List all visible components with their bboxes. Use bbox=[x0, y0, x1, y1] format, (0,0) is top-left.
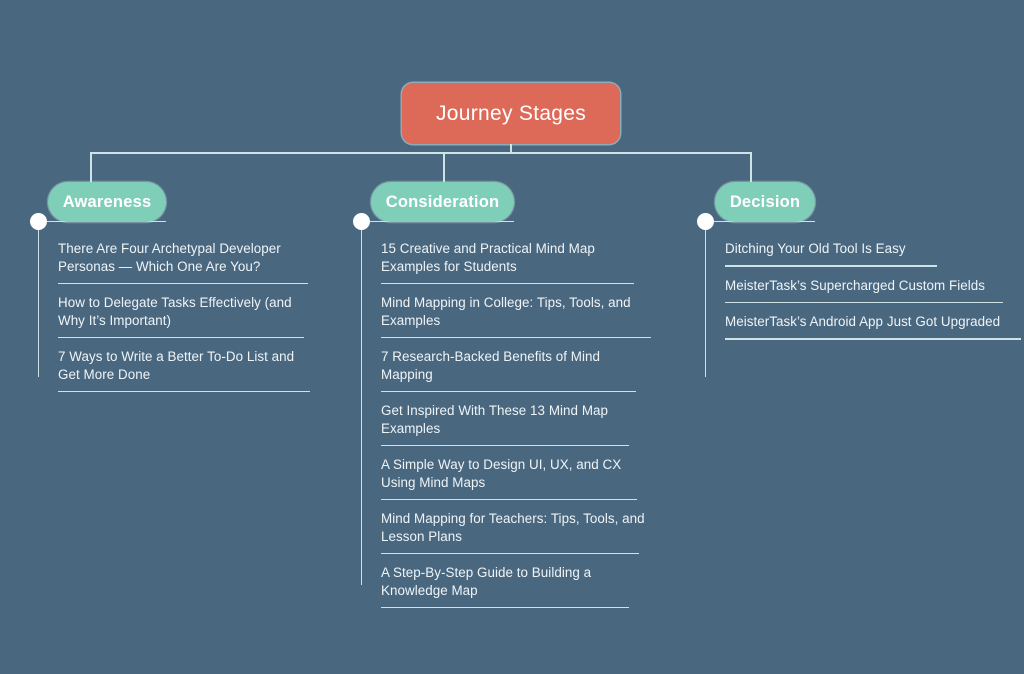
leaf-item[interactable]: MeisterTask’s Android App Just Got Upgra… bbox=[725, 303, 1021, 340]
leaf-item-label: Mind Mapping for Teachers: Tips, Tools, … bbox=[381, 511, 645, 544]
leaf-item[interactable]: 7 Ways to Write a Better To-Do List and … bbox=[58, 338, 310, 392]
leaf-item-label: 7 Research-Backed Benefits of Mind Mappi… bbox=[381, 349, 601, 382]
branch-node-consideration[interactable]: Consideration bbox=[371, 182, 514, 222]
leaf-item[interactable]: 15 Creative and Practical Mind Map Examp… bbox=[381, 230, 649, 284]
connector-drop-consideration bbox=[443, 152, 445, 184]
leaf-item-underline bbox=[381, 606, 629, 608]
root-node-journey-stages[interactable]: Journey Stages bbox=[402, 83, 620, 144]
branch-node-label: Decision bbox=[729, 192, 801, 211]
branch-node-decision[interactable]: Decision bbox=[715, 182, 815, 222]
leaf-item-label: Ditching Your Old Tool Is Easy bbox=[725, 241, 906, 256]
leaf-item-label: There Are Four Archetypal Developer Pers… bbox=[58, 241, 281, 274]
leaf-item-label: MeisterTask’s Supercharged Custom Fields bbox=[725, 277, 985, 293]
leaf-item[interactable]: 7 Research-Backed Benefits of Mind Mappi… bbox=[381, 338, 649, 392]
connector-horizontal-bus bbox=[90, 152, 751, 154]
branch-connector-dot bbox=[353, 213, 370, 230]
leaf-item[interactable]: Ditching Your Old Tool Is Easy bbox=[725, 230, 1011, 267]
branch-node-awareness[interactable]: Awareness bbox=[48, 182, 166, 222]
leaf-item-label: 7 Ways to Write a Better To-Do List and … bbox=[58, 349, 295, 382]
leaf-list: 15 Creative and Practical Mind Map Examp… bbox=[381, 230, 651, 608]
leaf-item-label: Get Inspired With These 13 Mind Map Exam… bbox=[381, 403, 609, 436]
leaf-item[interactable]: Get Inspired With These 13 Mind Map Exam… bbox=[381, 392, 649, 446]
branch-spine bbox=[360, 221, 363, 585]
leaf-item[interactable]: MeisterTask’s Supercharged Custom Fields bbox=[725, 267, 1011, 303]
leaf-item[interactable]: There Are Four Archetypal Developer Pers… bbox=[58, 230, 310, 284]
leaf-item-label: Mind Mapping in College: Tips, Tools, an… bbox=[381, 295, 631, 328]
branch-spine bbox=[37, 221, 40, 377]
leaf-item[interactable]: A Simple Way to Design UI, UX, and CX Us… bbox=[381, 446, 649, 500]
root-node-label: Journey Stages bbox=[435, 101, 587, 125]
leaf-item-underline bbox=[58, 390, 310, 392]
leaf-item[interactable]: Mind Mapping for Teachers: Tips, Tools, … bbox=[381, 500, 649, 554]
leaf-item[interactable]: A Step-By-Step Guide to Building a Knowl… bbox=[381, 554, 649, 608]
leaf-item-label: A Simple Way to Design UI, UX, and CX Us… bbox=[381, 457, 622, 490]
leaf-item[interactable]: How to Delegate Tasks Effectively (and W… bbox=[58, 284, 310, 338]
branch-node-label: Consideration bbox=[385, 192, 500, 211]
connector-drop-awareness bbox=[90, 152, 92, 184]
connector-drop-decision bbox=[750, 152, 752, 184]
leaf-item-label: 15 Creative and Practical Mind Map Examp… bbox=[381, 241, 595, 274]
leaf-item-label: How to Delegate Tasks Effectively (and W… bbox=[58, 295, 292, 328]
leaf-item-underline bbox=[725, 338, 1021, 340]
leaf-list: There Are Four Archetypal Developer Pers… bbox=[58, 230, 310, 392]
leaf-item-label: MeisterTask’s Android App Just Got Upgra… bbox=[725, 314, 1001, 329]
branch-spine bbox=[704, 221, 707, 377]
branch-node-label: Awareness bbox=[62, 192, 152, 211]
branch-connector-dot bbox=[697, 213, 714, 230]
leaf-list: Ditching Your Old Tool Is Easy MeisterTas… bbox=[725, 230, 1021, 340]
branch-connector-dot bbox=[30, 213, 47, 230]
leaf-item[interactable]: Mind Mapping in College: Tips, Tools, an… bbox=[381, 284, 651, 338]
mindmap-canvas: Journey Stages Awareness There Are Four A… bbox=[0, 0, 1024, 674]
leaf-item-label: A Step-By-Step Guide to Building a Knowl… bbox=[381, 565, 592, 598]
